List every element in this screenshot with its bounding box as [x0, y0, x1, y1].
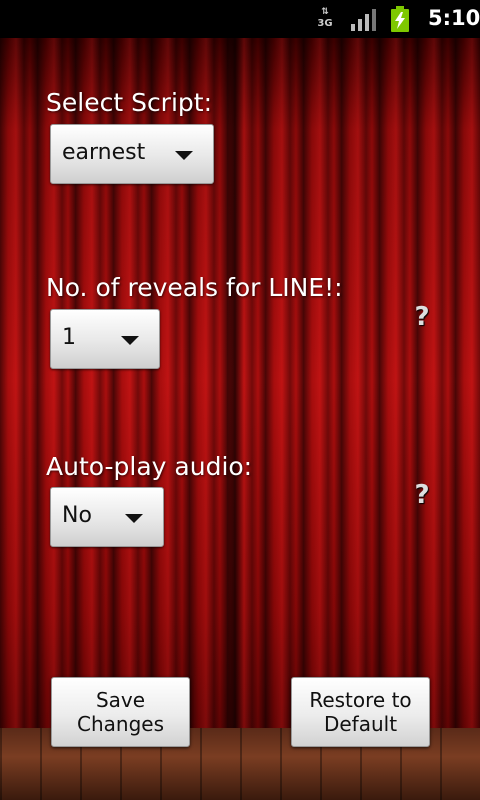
reveals-spinner[interactable]: 1 — [50, 309, 160, 369]
chevron-down-icon — [121, 336, 139, 345]
reveals-help-icon[interactable]: ? — [411, 304, 433, 330]
restore-default-button[interactable]: Restore to Default — [291, 677, 430, 747]
save-button-line2: Changes — [77, 712, 164, 736]
restore-button-line1: Restore to — [309, 688, 412, 712]
reveals-value: 1 — [62, 325, 76, 350]
save-changes-button[interactable]: Save Changes — [51, 677, 190, 747]
curtain-split — [226, 38, 244, 728]
autoplay-spinner[interactable]: No — [50, 487, 164, 547]
select-script-label: Select Script: — [46, 88, 213, 117]
autoplay-value: No — [62, 503, 92, 528]
status-bar: ⇅ 3G 5:10 — [0, 0, 480, 38]
script-value: earnest — [62, 140, 146, 165]
restore-button-line2: Default — [323, 712, 398, 736]
save-button-line1: Save — [95, 688, 146, 712]
signal-icon — [351, 9, 376, 31]
chevron-down-icon — [125, 514, 143, 523]
autoplay-help-icon[interactable]: ? — [411, 482, 433, 508]
script-spinner[interactable]: earnest — [50, 124, 214, 184]
status-time: 5:10 — [428, 6, 480, 30]
reveals-label: No. of reveals for LINE!: — [46, 273, 343, 302]
chevron-down-icon — [175, 151, 193, 160]
battery-charging-icon — [391, 6, 409, 32]
autoplay-label: Auto-play audio: — [46, 452, 253, 481]
network-icon: ⇅ 3G — [317, 7, 333, 29]
